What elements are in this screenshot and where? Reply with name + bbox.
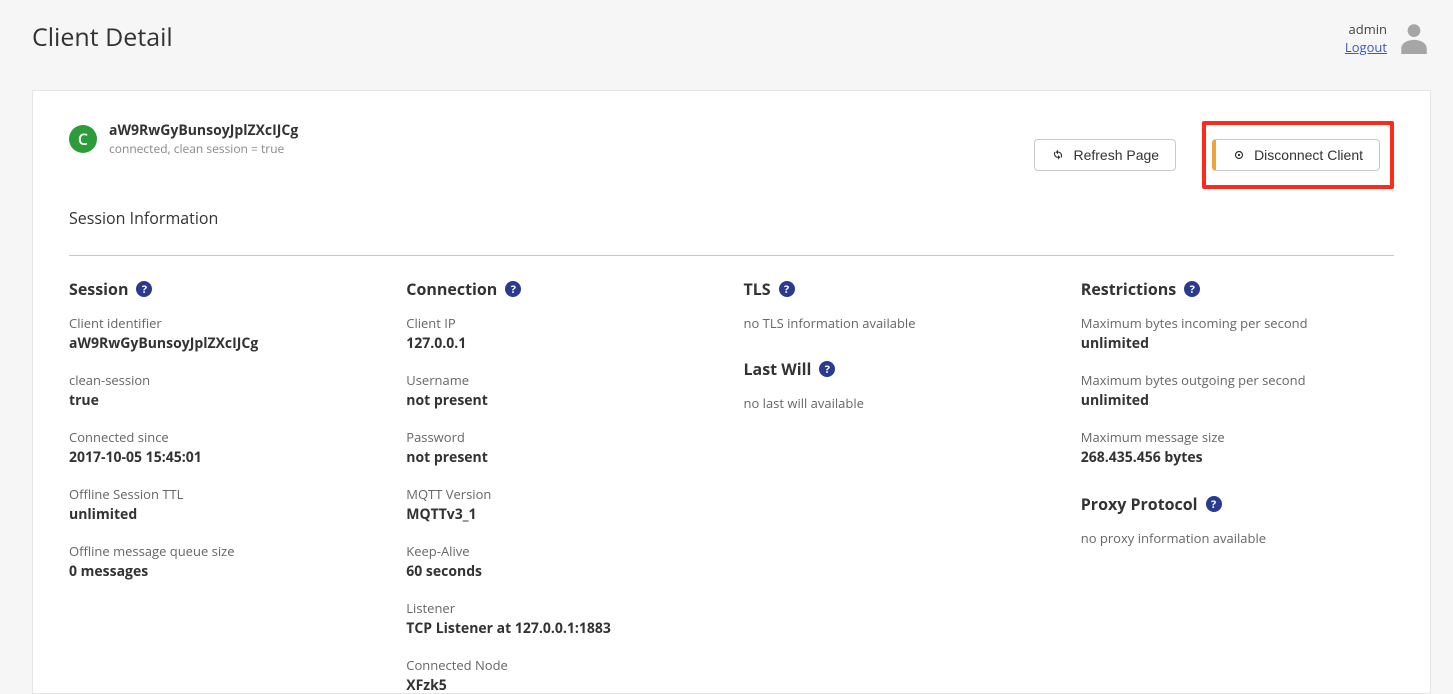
restrictions-column: Restrictions ? Maximum bytes incoming pe…	[1081, 278, 1394, 569]
field-value: 127.0.0.1	[406, 334, 719, 353]
status-badge: C	[69, 125, 97, 153]
help-icon[interactable]: ?	[1184, 281, 1200, 297]
field-label: Username	[406, 371, 719, 389]
lastwill-heading: Last Will	[744, 358, 812, 380]
field-label: Listener	[406, 599, 719, 617]
field-label: MQTT Version	[406, 485, 719, 503]
client-card: C aW9RwGyBunsoyJplZXcIJCg connected, cle…	[32, 90, 1431, 694]
field-value: 2017-10-05 15:45:01	[69, 448, 382, 467]
field-value: true	[69, 391, 382, 410]
client-subtitle: connected, clean session = true	[109, 140, 298, 157]
field-value: TCP Listener at 127.0.0.1:1883	[406, 619, 719, 638]
proxy-heading: Proxy Protocol	[1081, 493, 1198, 515]
refresh-button[interactable]: Refresh Page	[1034, 139, 1176, 171]
field-label: Maximum bytes incoming per second	[1081, 314, 1394, 332]
field-label: clean-session	[69, 371, 382, 389]
help-icon[interactable]: ?	[505, 281, 521, 297]
avatar	[1397, 20, 1431, 54]
refresh-label: Refresh Page	[1073, 148, 1159, 162]
field-value: unlimited	[1081, 334, 1394, 353]
field-label: Maximum message size	[1081, 428, 1394, 446]
session-heading: Session	[69, 278, 128, 300]
restrictions-heading: Restrictions	[1081, 278, 1177, 300]
field-value: 0 messages	[69, 562, 382, 581]
field-label: Connected since	[69, 428, 382, 446]
field-value: aW9RwGyBunsoyJplZXcIJCg	[69, 334, 382, 353]
field-value: unlimited	[69, 505, 382, 524]
connection-column: Connection ? Client IP 127.0.0.1 Usernam…	[406, 278, 743, 694]
lastwill-info: no last will available	[744, 394, 1057, 412]
disconnect-label: Disconnect Client	[1254, 148, 1363, 162]
disconnect-icon	[1232, 148, 1246, 162]
disconnect-highlight: Disconnect Client	[1202, 121, 1394, 189]
tls-heading: TLS	[744, 278, 771, 300]
field-label: Maximum bytes outgoing per second	[1081, 371, 1394, 389]
proxy-info: no proxy information available	[1081, 529, 1394, 547]
connection-heading: Connection	[406, 278, 497, 300]
help-icon[interactable]: ?	[819, 361, 835, 377]
divider	[69, 255, 1394, 256]
logout-link[interactable]: Logout	[1345, 38, 1387, 56]
field-value: unlimited	[1081, 391, 1394, 410]
disconnect-button[interactable]: Disconnect Client	[1212, 139, 1380, 171]
field-label: Offline message queue size	[69, 542, 382, 560]
field-value: MQTTv3_1	[406, 505, 719, 524]
field-label: Client identifier	[69, 314, 382, 332]
field-value: XFzk5	[406, 676, 719, 694]
field-label: Password	[406, 428, 719, 446]
field-value: 60 seconds	[406, 562, 719, 581]
session-column: Session ? Client identifier aW9RwGyBunso…	[69, 278, 406, 599]
client-header: C aW9RwGyBunsoyJplZXcIJCg connected, cle…	[69, 121, 298, 157]
refresh-icon	[1051, 148, 1065, 162]
help-icon[interactable]: ?	[1206, 496, 1222, 512]
username-label: admin	[1345, 20, 1387, 38]
field-value: not present	[406, 391, 719, 410]
field-value: 268.435.456 bytes	[1081, 448, 1394, 467]
field-label: Offline Session TTL	[69, 485, 382, 503]
session-info-title: Session Information	[69, 207, 1394, 229]
help-icon[interactable]: ?	[136, 281, 152, 297]
user-area: admin Logout	[1345, 20, 1431, 56]
client-id: aW9RwGyBunsoyJplZXcIJCg	[109, 121, 298, 140]
page-title: Client Detail	[32, 20, 173, 54]
field-label: Connected Node	[406, 656, 719, 674]
field-label: Keep-Alive	[406, 542, 719, 560]
tls-info: no TLS information available	[744, 314, 1057, 332]
tls-column: TLS ? no TLS information available Last …	[744, 278, 1081, 434]
help-icon[interactable]: ?	[779, 281, 795, 297]
field-label: Client IP	[406, 314, 719, 332]
field-value: not present	[406, 448, 719, 467]
